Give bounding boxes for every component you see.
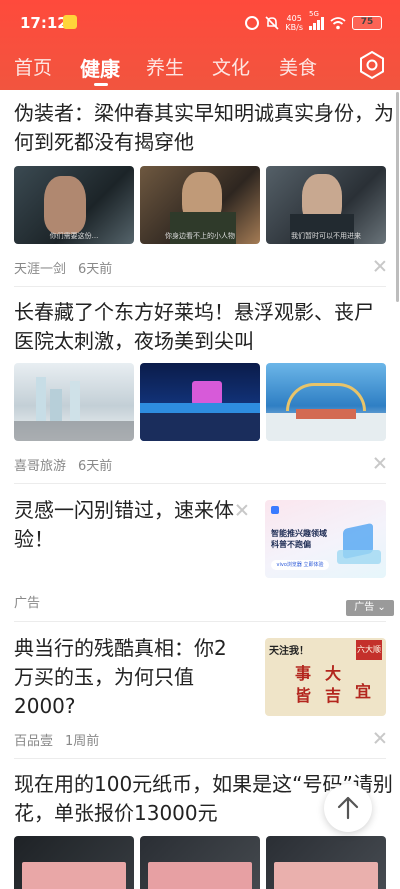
thumbnail[interactable]: 天注我！ 六大顺 事 大 皆 吉 宜 xyxy=(265,638,386,716)
divider xyxy=(14,621,386,622)
app-notification-icon xyxy=(63,15,77,29)
thumbnail[interactable] xyxy=(14,836,134,889)
alarm-icon xyxy=(245,16,260,30)
article-meta: 百品壹 1周前 xyxy=(14,730,99,749)
wifi-icon xyxy=(330,16,346,29)
ad-image-button: vivo浏览器 立即体验 xyxy=(271,560,329,570)
article-time: 1周前 xyxy=(65,734,100,749)
article-source[interactable]: 百品壹 xyxy=(14,734,53,749)
tab-food[interactable]: 美食 xyxy=(279,53,317,80)
ad-label: 广告 xyxy=(14,596,41,611)
thumbnail[interactable] xyxy=(266,363,386,441)
thumbnail-text: 皆 xyxy=(295,686,312,705)
tab-wellness[interactable]: 养生 xyxy=(146,53,184,80)
divider xyxy=(14,483,386,484)
ad-badge-label: 广告 xyxy=(354,602,375,613)
ad-image-text: 科普不跑偏 xyxy=(271,540,311,549)
article-title[interactable]: 典当行的残酷真相：你2万买的玉，为何只值2000? xyxy=(14,634,244,721)
signal-icon: 5G xyxy=(309,10,324,30)
channel-tabs: 首页 健康 养生 文化 美食 xyxy=(0,50,400,86)
thumbnail-caption: 你们需要这份... xyxy=(49,232,99,240)
article-time: 6天前 xyxy=(78,262,113,277)
tab-home[interactable]: 首页 xyxy=(14,53,52,80)
divider xyxy=(14,758,386,759)
channel-settings-icon[interactable] xyxy=(357,50,387,80)
mute-bell-icon xyxy=(265,16,279,30)
ad-title[interactable]: 灵感一闪别错过，速来体验！ xyxy=(14,496,234,554)
ad-image-text: 智能推兴趣领域 xyxy=(271,529,327,538)
thumbnail-text: 吉 xyxy=(325,686,342,705)
thumbnail[interactable] xyxy=(14,363,134,441)
thumbnail-text: 大 xyxy=(325,664,342,683)
battery-icon: 75 xyxy=(352,16,382,30)
thumbnail[interactable] xyxy=(140,363,260,441)
article-title[interactable]: 长春藏了个东方好莱坞！悬浮观影、丧尸医院太刺激，夜场美到尖叫 xyxy=(14,298,389,356)
thumbnail-caption: 我们暂时可以不用进来 xyxy=(291,232,361,240)
thumbnail[interactable] xyxy=(140,836,260,889)
scrollbar[interactable] xyxy=(396,92,399,302)
article-title[interactable]: 伪装者：梁仲春其实早知明诚真实身份，为何到死都没有揭穿他 xyxy=(14,99,394,157)
dismiss-icon[interactable] xyxy=(374,260,386,272)
network-speed: 405 KB/s xyxy=(285,14,303,32)
status-icons: 405 KB/s 5G 75 xyxy=(245,10,382,34)
article-meta: 天涯一剑 6天前 xyxy=(14,258,112,277)
battery-level: 75 xyxy=(360,17,374,27)
scroll-to-top-button[interactable] xyxy=(324,784,372,832)
thumbnail-text: 天注我！ xyxy=(269,646,309,657)
thumbnail[interactable] xyxy=(266,836,386,889)
dismiss-icon[interactable] xyxy=(374,457,386,469)
tab-health[interactable]: 健康 xyxy=(80,53,120,82)
ad-image[interactable]: 智能推兴趣领域 科普不跑偏 vivo浏览器 立即体验 xyxy=(265,500,386,578)
net-speed-value: 405 xyxy=(286,14,302,23)
news-feed[interactable]: 伪装者：梁仲春其实早知明诚真实身份，为何到死都没有揭穿他 你们需要这份... 你… xyxy=(0,90,400,889)
thumbnail-caption: 你身边看不上的小人物 xyxy=(165,232,235,240)
arrow-up-icon xyxy=(337,796,359,820)
article-meta: 喜哥旅游 6天前 xyxy=(14,455,112,474)
thumbnail[interactable]: 你身边看不上的小人物 xyxy=(140,166,260,244)
thumbnail-text: 事 xyxy=(295,664,312,683)
status-time: 17:12 xyxy=(20,14,68,32)
tab-culture[interactable]: 文化 xyxy=(212,53,250,80)
status-bar: 17:12 405 KB/s 5G 75 xyxy=(0,0,400,45)
divider xyxy=(14,286,386,287)
net-speed-unit: KB/s xyxy=(285,23,303,32)
top-header: 17:12 405 KB/s 5G 75 首页 健康 养生 文化 美食 xyxy=(0,0,400,90)
ad-badge[interactable]: 广告 ⌄ xyxy=(346,600,394,616)
network-type: 5G xyxy=(309,9,319,18)
dismiss-icon[interactable] xyxy=(374,732,386,744)
article-time: 6天前 xyxy=(78,459,113,474)
thumbnail[interactable]: 我们暂时可以不用进来 xyxy=(266,166,386,244)
article-source[interactable]: 天涯一剑 xyxy=(14,262,66,277)
thumbnail[interactable]: 你们需要这份... xyxy=(14,166,134,244)
article-source[interactable]: 喜哥旅游 xyxy=(14,459,66,474)
dismiss-icon[interactable] xyxy=(236,504,248,516)
active-tab-indicator xyxy=(94,83,108,86)
thumbnail-text: 六大顺 xyxy=(356,640,382,660)
thumbnail-text: 宜 xyxy=(355,682,372,701)
